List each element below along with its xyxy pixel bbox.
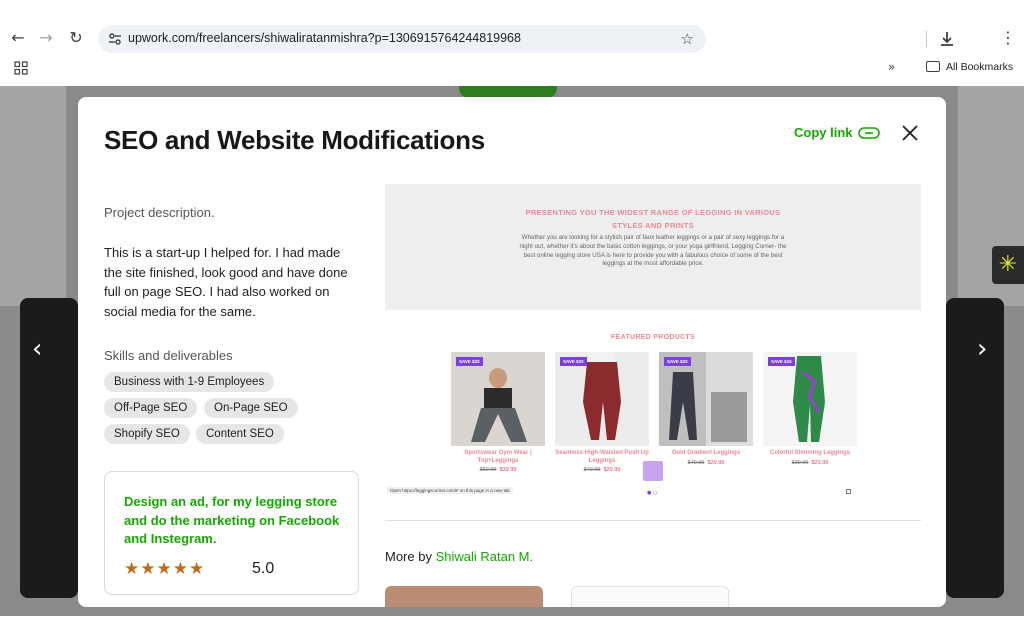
square-marker-icon <box>846 489 851 494</box>
product-price: $59.99 $39.99 <box>451 467 545 473</box>
product-card[interactable]: SAVE $16 Colorful Slimming Leggings $39.… <box>763 352 857 466</box>
banner-heading-line-2: STYLES AND PRINTS <box>612 221 694 230</box>
project-image[interactable]: PRESENTING YOU THE WIDEST RANGE OF LEGGI… <box>385 184 921 514</box>
close-icon[interactable] <box>900 123 920 143</box>
product-photo <box>659 352 753 446</box>
apps-grid-icon[interactable] <box>14 61 28 75</box>
project-modal: SEO and Website Modifications Copy link … <box>78 97 946 607</box>
banner-heading-line-1: PRESENTING YOU THE WIDEST RANGE OF LEGGI… <box>525 208 781 217</box>
carousel-dots-icon[interactable]: ● ○ <box>647 490 657 496</box>
other-project-thumbnail[interactable] <box>571 586 729 607</box>
reload-icon[interactable]: ↻ <box>66 28 86 48</box>
skills-label: Skills and deliverables <box>104 348 233 363</box>
bottom-strip <box>0 616 1024 639</box>
product-price: $49.99 $29.99 <box>555 467 649 473</box>
product-price: $39.99 $23.99 <box>763 460 857 466</box>
banner-heading: PRESENTING YOU THE WIDEST RANGE OF LEGGI… <box>445 206 861 232</box>
bookmark-star-icon[interactable]: ☆ <box>681 30 694 48</box>
link-tooltip: Open https://leggingscorner.com/# on thi… <box>387 487 513 494</box>
product-name[interactable]: Gold Gradient Leggings <box>659 450 753 458</box>
copy-link-button[interactable]: Copy link <box>794 125 853 140</box>
all-bookmarks-label: All Bookmarks <box>946 61 1014 73</box>
browser-menu-icon[interactable]: ⋮ <box>1000 28 1016 47</box>
old-price: $39.99 <box>791 459 809 466</box>
save-tag: SAVE $20 <box>560 357 587 366</box>
toolbar-divider <box>926 31 927 47</box>
product-image: SAVE $16 <box>763 352 857 446</box>
new-price: $39.99 <box>499 467 517 473</box>
featured-products-label: FEATURED PRODUCTS <box>611 334 695 341</box>
banner-body: Whether you are looking for a stylish pa… <box>519 234 787 268</box>
link-icon[interactable] <box>858 127 880 139</box>
new-price: $29.99 <box>707 459 725 466</box>
back-arrow-icon[interactable]: ← <box>8 28 28 48</box>
product-price: $49.99 $29.99 <box>659 460 753 466</box>
gallery-right-panel <box>946 298 1004 598</box>
product-photo <box>763 352 857 446</box>
store-banner: PRESENTING YOU THE WIDEST RANGE OF LEGGI… <box>385 184 921 310</box>
browser-toolbar: ← → ↻ upwork.com/freelancers/shiwalirata… <box>0 0 1024 86</box>
skill-chip[interactable]: Off-Page SEO <box>104 398 198 418</box>
skill-chip[interactable]: Shopify SEO <box>104 424 190 444</box>
modal-title: SEO and Website Modifications <box>104 125 485 155</box>
next-project-icon[interactable]: › <box>977 334 987 364</box>
save-tag: SAVE $16 <box>768 357 795 366</box>
url-text[interactable]: upwork.com/freelancers/shiwaliratanmishr… <box>128 31 521 45</box>
project-description-label: Project description. <box>104 205 215 220</box>
skill-chip[interactable]: Content SEO <box>196 424 284 444</box>
folder-icon <box>926 61 940 72</box>
sparkle-badge-icon[interactable]: ✳ <box>992 246 1024 284</box>
section-divider <box>385 520 921 521</box>
product-image: SAVE $20 <box>451 352 545 446</box>
product-card[interactable]: SAVE $20 Sportswear Gym Wear | Top+Leggi… <box>451 352 545 473</box>
product-image: SAVE $20 <box>555 352 649 446</box>
gallery-left-panel <box>20 298 78 598</box>
more-bookmarks-chevron-icon[interactable]: » <box>888 60 895 74</box>
product-photo <box>555 352 649 446</box>
star-rating-icon: ★★★★★ <box>124 559 206 579</box>
rating-value: 5.0 <box>252 560 275 577</box>
chat-widget-icon[interactable] <box>643 461 663 481</box>
product-name[interactable]: Colorful Slimming Leggings <box>763 450 857 458</box>
other-project-thumbnail[interactable] <box>385 586 543 607</box>
new-price: $29.99 <box>603 467 621 473</box>
all-bookmarks-button[interactable]: All Bookmarks <box>926 61 1013 73</box>
product-image: SAVE $20 <box>659 352 753 446</box>
job-title-link[interactable]: Design an ad, for my legging store and d… <box>124 493 344 549</box>
background-panel-left <box>0 86 66 306</box>
previous-project-icon[interactable]: ‹ <box>32 334 42 364</box>
more-by-prefix: More by <box>385 549 436 564</box>
old-price: $59.99 <box>479 467 497 473</box>
product-name[interactable]: Sportswear Gym Wear | Top+Leggings <box>451 450 545 465</box>
new-price: $23.99 <box>811 459 829 466</box>
old-price: $49.99 <box>583 467 601 473</box>
download-icon[interactable] <box>938 30 956 48</box>
address-bar[interactable]: upwork.com/freelancers/shiwaliratanmishr… <box>98 25 706 53</box>
save-tag: SAVE $20 <box>456 357 483 366</box>
job-card[interactable]: Design an ad, for my legging store and d… <box>104 471 359 595</box>
project-description: This is a start-up I helped for. I had m… <box>104 245 348 319</box>
forward-arrow-icon[interactable]: → <box>36 28 56 48</box>
old-price: $49.99 <box>687 459 705 466</box>
skill-chip[interactable]: On-Page SEO <box>204 398 298 418</box>
site-settings-icon[interactable] <box>107 31 123 47</box>
product-name[interactable]: Seamless High-Waisted Push Up Leggings <box>555 450 649 465</box>
more-by-heading: More by Shiwali Ratan M. <box>385 549 533 564</box>
skill-chip[interactable]: Business with 1-9 Employees <box>104 372 275 392</box>
product-card[interactable]: SAVE $20 Seamless High-Waisted Push Up L… <box>555 352 649 473</box>
save-tag: SAVE $20 <box>664 357 691 366</box>
product-card[interactable]: SAVE $20 Gold Gradient Leggings $49.99 $2… <box>659 352 753 466</box>
product-photo <box>451 352 545 446</box>
freelancer-name-link[interactable]: Shiwali Ratan M. <box>436 549 534 564</box>
